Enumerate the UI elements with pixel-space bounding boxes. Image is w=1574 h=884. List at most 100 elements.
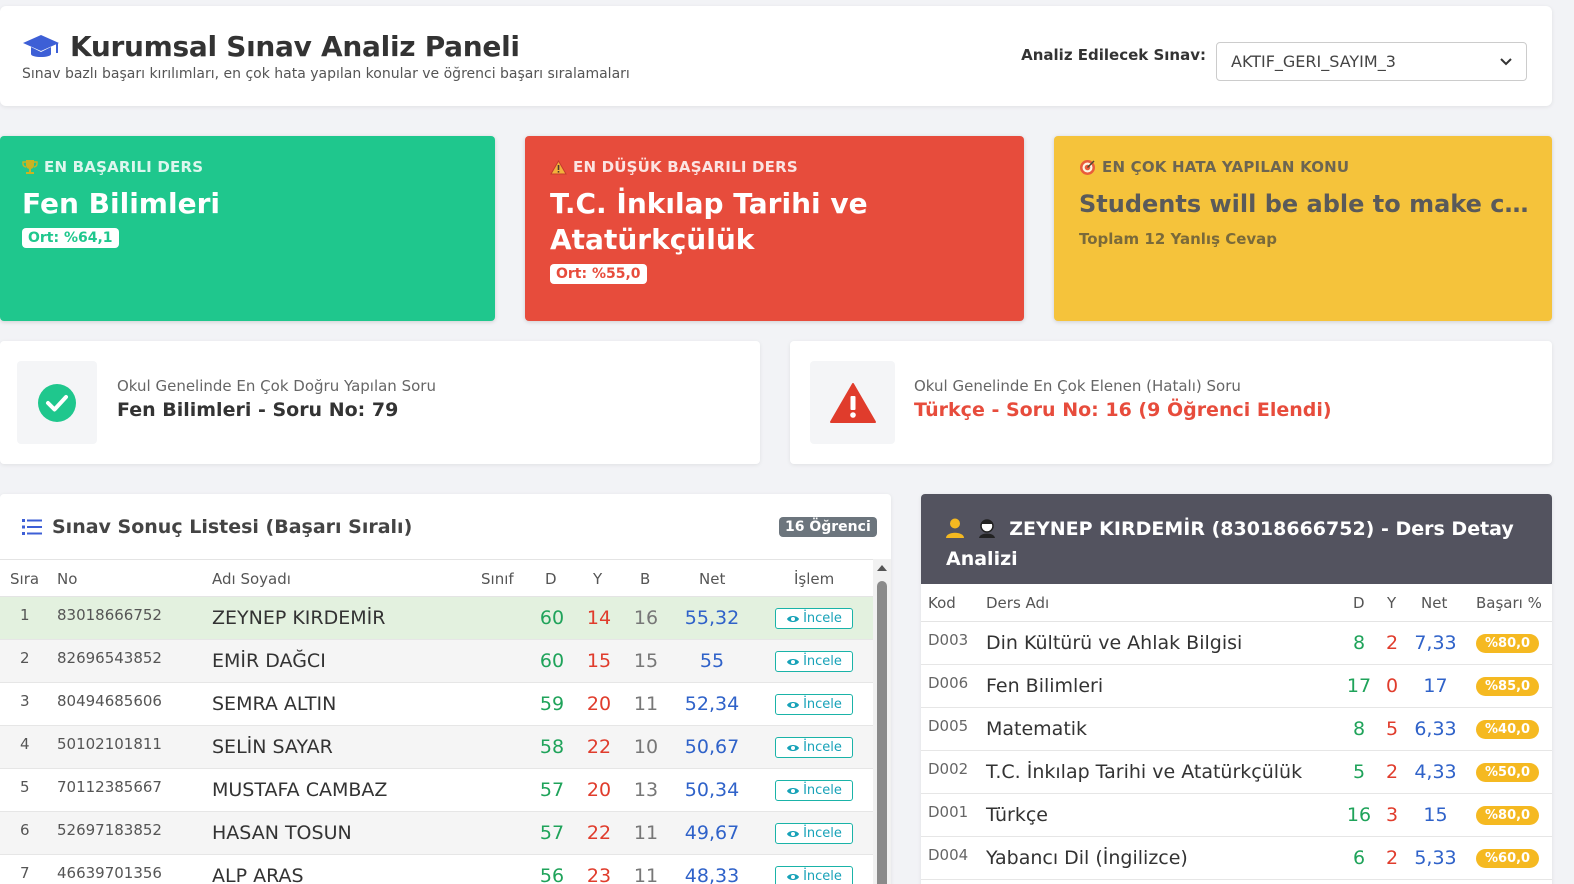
table-row[interactable]: 3 80494685606 SEMRA ALTIN 59 20 11 52,34… [0,683,873,726]
table-row[interactable]: 2 82696543852 EMİR DAĞCI 60 15 15 55 İnc… [0,640,873,683]
col-net: Net [699,570,726,588]
inspect-button[interactable]: İncele [775,737,853,758]
row-sira: 4 [20,735,30,753]
inspect-button[interactable]: İncele [775,651,853,672]
worst-subject-title: T.C. İnkılap Tarihi ve Atatürkçülük [550,187,868,256]
inspect-button[interactable]: İncele [775,823,853,844]
detail-d: 16 [1346,804,1372,826]
success-badge: %80,0 [1476,806,1540,825]
row-no: 52697183852 [57,821,162,839]
alert-triangle-icon [829,382,876,423]
most-wrong-topic-title: Students will be able to make compa... [1079,190,1530,218]
detail-net: 7,33 [1414,632,1457,654]
row-sira: 6 [20,821,30,839]
row-net: 55,32 [684,607,740,629]
result-list-title: Sınav Sonuç Listesi (Başarı Sıralı) [52,516,413,538]
row-no: 50102101811 [57,735,162,753]
row-d: 56 [539,865,565,884]
row-y: 22 [586,822,612,844]
success-badge: %40,0 [1476,720,1540,739]
row-name: HASAN TOSUN [212,822,352,844]
detail-y: 0 [1385,675,1399,697]
inspect-button[interactable]: İncele [775,780,853,801]
result-list-scrollbar[interactable] [873,559,891,884]
detail-subject: Din Kültürü ve Ahlak Bilgisi [986,632,1243,654]
success-badge: %80,0 [1476,634,1540,653]
student-detail-header: ZEYNEP KIRDEMİR (83018666752) - Ders Det… [921,494,1552,584]
inspect-button-label: İncele [803,611,842,626]
detail-subject: Fen Bilimleri [986,675,1104,697]
page-header: Kurumsal Sınav Analiz Paneli Sınav bazlı… [0,6,1552,106]
detail-net: 4,33 [1414,761,1457,783]
exam-select[interactable]: AKTIF_GERI_SAYIM_3 [1216,42,1527,81]
row-no: 82696543852 [57,649,162,667]
row-sira: 2 [20,649,30,667]
detail-table-body: D003 Din Kültürü ve Ahlak Bilgisi 8 2 7,… [921,622,1552,880]
row-d: 60 [539,607,565,629]
eye-icon [787,658,800,665]
worst-subject-card: EN DÜŞÜK BAŞARILI DERS T.C. İnkılap Tari… [525,136,1024,321]
detail-y: 3 [1385,804,1399,826]
result-table-header: Sıra No Adı Soyadı Sınıf D Y B Net İşlem [0,559,873,597]
most-correct-question-value: Fen Bilimleri - Soru No: 79 [117,399,399,421]
student-icon [978,519,995,538]
row-sira: 7 [20,864,30,882]
inspect-button[interactable]: İncele [775,694,853,715]
most-wrong-topic-card: EN ÇOK HATA YAPILAN KONU Students will b… [1054,136,1552,321]
eye-icon [787,830,800,837]
success-badge: %85,0 [1476,677,1540,696]
detail-kod: D006 [928,674,969,692]
scrollbar-thumb[interactable] [877,581,887,884]
row-no: 80494685606 [57,692,162,710]
table-row[interactable]: 5 70112385667 MUSTAFA CAMBAZ 57 20 13 50… [0,769,873,812]
detail-row: D002 T.C. İnkılap Tarihi ve Atatürkçülük… [921,751,1552,794]
scroll-up-arrow-icon[interactable] [877,565,887,571]
row-net: 50,67 [684,736,740,758]
row-net: 48,33 [684,865,740,884]
row-name: ZEYNEP KIRDEMİR [212,607,386,629]
detail-d: 17 [1346,675,1372,697]
inspect-button[interactable]: İncele [775,866,853,884]
check-icon-box [17,361,97,444]
graduation-cap-icon [23,34,59,57]
eye-icon [787,744,800,751]
col-sira: Sıra [10,570,40,588]
table-row[interactable]: 7 46639701356 ALP ARAS 56 23 11 48,33 İn… [0,855,873,884]
row-d: 57 [539,822,565,844]
table-row[interactable]: 4 50102101811 SELİN SAYAR 58 22 10 50,67… [0,726,873,769]
warning-icon [550,159,567,174]
most-wrong-topic-label: EN ÇOK HATA YAPILAN KONU [1102,158,1350,176]
table-row[interactable]: 1 83018666752 ZEYNEP KIRDEMİR 60 14 16 5… [0,597,873,640]
table-row[interactable]: 6 52697183852 HASAN TOSUN 57 22 11 49,67… [0,812,873,855]
row-no: 70112385667 [57,778,162,796]
col-basari: Başarı % [1476,594,1542,612]
row-d: 58 [539,736,565,758]
target-icon [1080,159,1095,175]
detail-d: 8 [1352,632,1366,654]
row-b: 13 [633,779,659,801]
chevron-down-icon [1500,57,1512,65]
best-subject-card: EN BAŞARILI DERS Fen Bilimleri Ort: %64,… [0,136,495,321]
row-b: 16 [633,607,659,629]
col-y: Y [593,570,603,588]
most-wrong-topic-count: Toplam 12 Yanlış Cevap [1079,230,1278,248]
inspect-button[interactable]: İncele [775,608,853,629]
check-circle-icon [38,383,76,422]
eye-icon [787,787,800,794]
trophy-icon [22,160,38,174]
page-title: Kurumsal Sınav Analiz Paneli [70,30,520,63]
detail-subject: Matematik [986,718,1088,740]
best-subject-label-row: EN BAŞARILI DERS [22,158,473,176]
col-name: Adı Soyadı [212,570,291,588]
row-name: EMİR DAĞCI [212,650,326,672]
best-subject-average: Ort: %64,1 [22,228,119,248]
eye-icon [787,615,800,622]
alert-icon-box [810,361,895,444]
page-subtitle: Sınav bazlı başarı kırılımları, en çok h… [22,66,630,82]
row-y: 20 [586,779,612,801]
worst-subject-label: EN DÜŞÜK BAŞARILI DERS [573,158,798,176]
row-net: 49,67 [684,822,740,844]
result-list-title-row: Sınav Sonuç Listesi (Başarı Sıralı) [22,516,412,538]
col-d: D [1353,594,1365,612]
row-name: SELİN SAYAR [212,736,333,758]
